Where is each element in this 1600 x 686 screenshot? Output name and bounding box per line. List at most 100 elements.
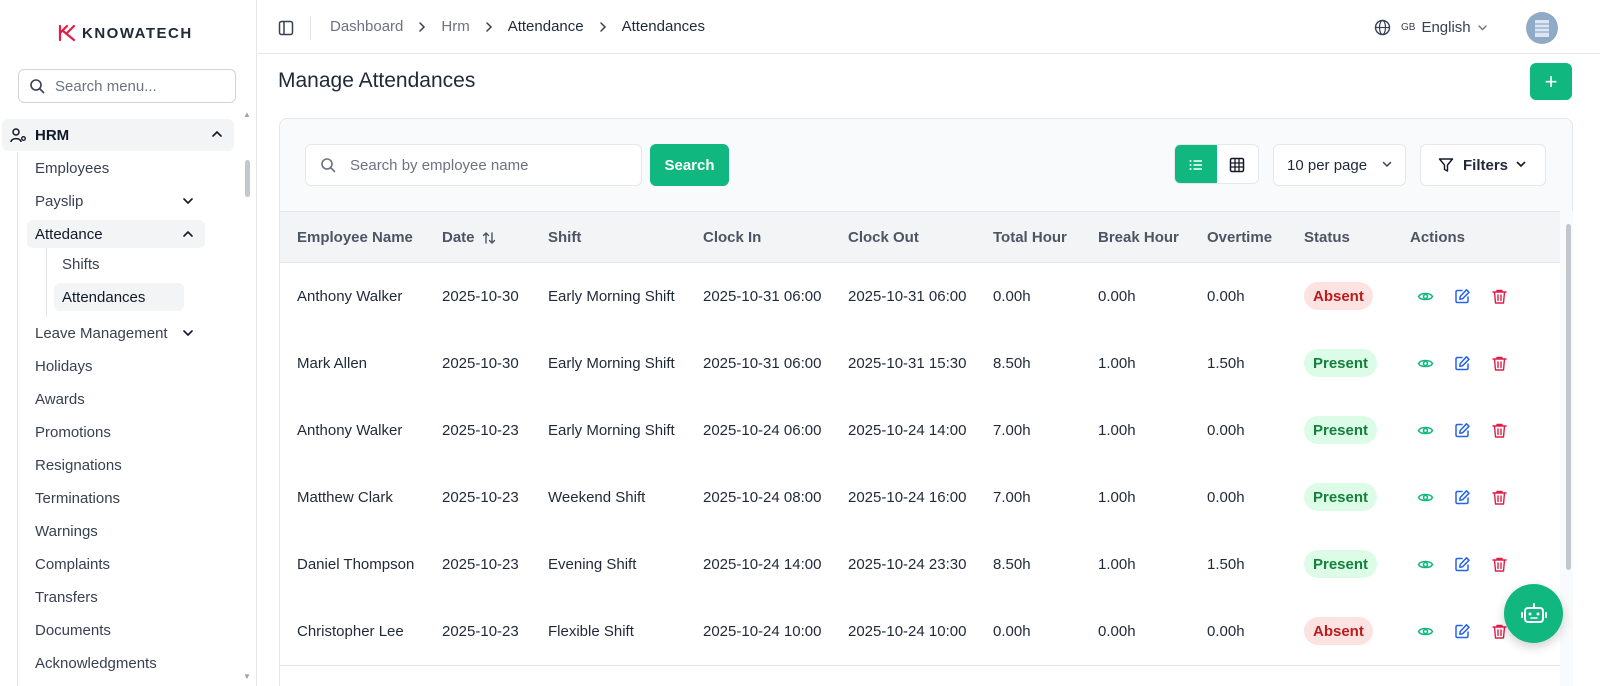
sidebar-toggle-button[interactable] — [278, 20, 294, 40]
column-header-overtime: Overtime — [1207, 229, 1273, 246]
add-attendance-button[interactable]: + — [1530, 63, 1572, 100]
delete-button[interactable] — [1489, 487, 1509, 507]
delete-button[interactable] — [1489, 286, 1509, 306]
cell-clock-in: 2025-10-24 10:00 — [703, 623, 822, 640]
chevron-right-icon — [417, 21, 427, 32]
view-button[interactable] — [1415, 554, 1435, 574]
table-row[interactable]: Matthew Clark 2025-10-23 Weekend Shift 2025… — [280, 464, 1560, 532]
cell-date: 2025-10-23 — [442, 623, 519, 640]
chevron-down-icon — [1516, 161, 1526, 168]
menu-search[interactable] — [18, 69, 236, 103]
eye-icon — [1417, 288, 1434, 305]
table-scrollbar[interactable] — [1566, 224, 1571, 570]
edit-button[interactable] — [1452, 487, 1472, 507]
employee-search-input[interactable] — [350, 156, 620, 174]
edit-button[interactable] — [1452, 353, 1472, 373]
cell-employee-name: Christopher Lee — [297, 623, 404, 640]
edit-icon — [1454, 489, 1471, 506]
language-selector[interactable]: GB English — [1374, 19, 1488, 36]
sidebar-item-warnings[interactable]: Warnings — [27, 517, 98, 545]
list-view-button[interactable] — [1175, 145, 1217, 183]
delete-button[interactable] — [1489, 353, 1509, 373]
sidebar-item-documents[interactable]: Documents — [27, 616, 111, 644]
sidebar-item-complaints[interactable]: Complaints — [27, 550, 110, 578]
grid-view-button[interactable] — [1217, 145, 1259, 183]
employee-search[interactable] — [305, 144, 642, 186]
search-button[interactable]: Search — [650, 144, 729, 186]
view-button[interactable] — [1415, 420, 1435, 440]
page-title: Manage Attendances — [278, 69, 476, 92]
eye-icon — [1417, 489, 1434, 506]
sidebar-subitem-attendances[interactable]: Attendances — [54, 283, 184, 311]
table-row[interactable]: Mark Allen 2025-10-30 Early Morning Shift 2… — [280, 330, 1560, 398]
sidebar-item-label: Awards — [35, 390, 85, 408]
cell-date: 2025-10-30 — [442, 355, 519, 372]
menu-search-input[interactable] — [55, 77, 225, 95]
delete-button[interactable] — [1489, 554, 1509, 574]
edit-icon — [1454, 288, 1471, 305]
search-icon — [30, 79, 45, 94]
edit-button[interactable] — [1452, 621, 1472, 641]
attendance-panel: Search 10 per page Filters Employee Name… — [279, 118, 1573, 686]
per-page-select[interactable]: 10 per page — [1273, 144, 1406, 186]
eye-icon — [1417, 623, 1434, 640]
edit-button[interactable] — [1452, 554, 1472, 574]
sidebar-group-hrm[interactable]: HRM — [2, 119, 234, 151]
cell-overtime: 0.00h — [1207, 489, 1245, 506]
eye-icon — [1417, 556, 1434, 573]
sidebar-item-attendance[interactable]: Attedance — [27, 220, 205, 248]
column-header-break-hour: Break Hour — [1098, 229, 1179, 246]
cell-date: 2025-10-23 — [442, 422, 519, 439]
globe-icon — [1374, 19, 1391, 36]
column-header-employee-name[interactable]: Employee Name — [297, 229, 413, 246]
trash-icon — [1491, 489, 1508, 506]
filters-label: Filters — [1463, 156, 1509, 174]
trash-icon — [1491, 422, 1508, 439]
chevron-right-icon — [484, 21, 494, 32]
table-row[interactable]: Anthony Walker 2025-10-23 Early Morning Sh… — [280, 397, 1560, 465]
sidebar-item-employees[interactable]: Employees — [27, 154, 205, 182]
filters-button[interactable]: Filters — [1420, 144, 1546, 186]
breadcrumb-attendance[interactable]: Attendance — [508, 18, 584, 35]
sidebar-item-terminations[interactable]: Terminations — [27, 484, 120, 512]
sidebar-subitem-shifts[interactable]: Shifts — [54, 250, 184, 278]
sidebar-item-label: Resignations — [35, 456, 122, 474]
cell-clock-out: 2025-10-24 23:30 — [848, 556, 967, 573]
edit-button[interactable] — [1452, 420, 1472, 440]
table-row[interactable]: Anthony Walker 2025-10-30 Early Morning Sh… — [280, 263, 1560, 331]
view-button[interactable] — [1415, 621, 1435, 641]
column-header-date[interactable]: Date — [442, 229, 497, 246]
sidebar-item-holidays[interactable]: Holidays — [27, 352, 93, 380]
sidebar-item-promotions[interactable]: Promotions — [27, 418, 111, 446]
chatbot-button[interactable] — [1504, 584, 1563, 643]
sidebar-item-resignations[interactable]: Resignations — [27, 451, 122, 479]
column-header-shift: Shift — [548, 229, 582, 246]
edit-icon — [1454, 623, 1471, 640]
sidebar-item-transfers[interactable]: Transfers — [27, 583, 98, 611]
sidebar-item-leave-management[interactable]: Leave Management — [27, 319, 205, 347]
sidebar-item-awards[interactable]: Awards — [27, 385, 85, 413]
view-button[interactable] — [1415, 487, 1435, 507]
edit-icon — [1454, 556, 1471, 573]
view-button[interactable] — [1415, 353, 1435, 373]
table-row[interactable]: Daniel Thompson 2025-10-23 Evening Shift 20… — [280, 531, 1560, 599]
user-avatar[interactable] — [1526, 12, 1558, 44]
sidebar-item-label: Attendances — [62, 288, 146, 306]
sidebar: KNOWATECH ▲ ▼ HRM Employees Payslip Atte… — [0, 0, 257, 686]
view-button[interactable] — [1415, 286, 1435, 306]
cell-shift: Flexible Shift — [548, 623, 634, 640]
sidebar-item-payslip[interactable]: Payslip — [27, 187, 205, 215]
sort-icon[interactable] — [481, 230, 497, 246]
breadcrumb-hrm[interactable]: Hrm — [441, 18, 469, 35]
breadcrumb-dashboard[interactable]: Dashboard — [330, 18, 403, 35]
table-row[interactable]: Christopher Lee 2025-10-23 Flexible Shift 2… — [280, 598, 1560, 666]
breadcrumb: Dashboard Hrm Attendance Attendances — [330, 18, 705, 35]
brand-logo[interactable]: KNOWATECH — [58, 24, 193, 42]
cell-employee-name: Daniel Thompson — [297, 556, 415, 573]
grid-icon — [1230, 157, 1245, 173]
delete-button[interactable] — [1489, 420, 1509, 440]
sidebar-item-acknowledgments[interactable]: Acknowledgments — [27, 649, 157, 677]
sidebar-item-label: Promotions — [35, 423, 111, 441]
edit-button[interactable] — [1452, 286, 1472, 306]
status-badge: Present — [1304, 483, 1378, 511]
